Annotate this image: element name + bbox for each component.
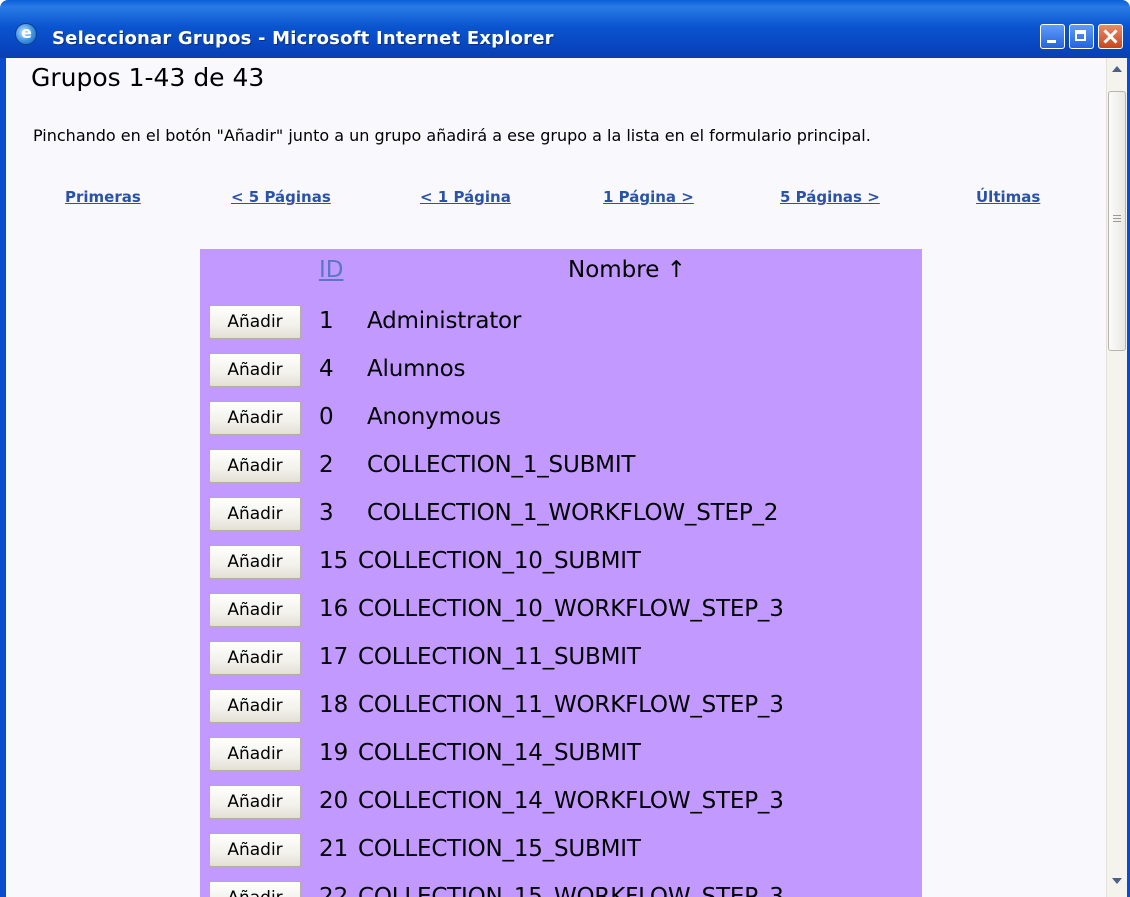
window-title: Seleccionar Grupos - Microsoft Internet … <box>52 28 554 49</box>
column-header-name: Nombre ↑ <box>568 257 686 283</box>
scrollbar-grip-icon <box>1113 218 1121 219</box>
scrollbar-grip-icon <box>1113 221 1121 222</box>
table-row: Añadir 18 COLLECTION_11_WORKFLOW_STEP_3 <box>200 682 922 730</box>
table-row: Añadir 0 Anonymous <box>200 394 922 442</box>
table-row: Añadir 21 COLLECTION_15_SUBMIT <box>200 826 922 874</box>
group-name: COLLECTION_15_SUBMIT <box>358 836 641 862</box>
table-row: Añadir 20 COLLECTION_14_WORKFLOW_STEP_3 <box>200 778 922 826</box>
group-name: COLLECTION_11_WORKFLOW_STEP_3 <box>358 692 784 718</box>
group-name: COLLECTION_14_SUBMIT <box>358 740 641 766</box>
group-id: 17 <box>319 644 349 670</box>
group-name: COLLECTION_1_WORKFLOW_STEP_2 <box>367 500 779 526</box>
pager-next5-link[interactable]: 5 Páginas > <box>780 188 880 206</box>
group-id: 4 <box>319 356 334 382</box>
group-name: Administrator <box>367 308 522 334</box>
add-group-button[interactable]: Añadir <box>209 545 301 579</box>
page-content: Grupos 1-43 de 43 Pinchando en el botón … <box>6 58 1106 897</box>
internet-explorer-icon <box>15 23 37 45</box>
group-name: Alumnos <box>367 356 466 382</box>
page-title: Grupos 1-43 de 43 <box>31 63 265 92</box>
group-id: 18 <box>319 692 349 718</box>
add-group-button[interactable]: Añadir <box>209 305 301 339</box>
add-group-button[interactable]: Añadir <box>209 785 301 819</box>
maximize-button[interactable] <box>1069 24 1094 49</box>
scroll-up-arrow-icon[interactable] <box>1112 66 1122 72</box>
pager-last-link[interactable]: Últimas <box>976 188 1040 206</box>
group-id: 1 <box>319 308 334 334</box>
group-id: 2 <box>319 452 334 478</box>
table-row: Añadir 1 Administrator <box>200 298 922 346</box>
window-title-bar[interactable]: Seleccionar Grupos - Microsoft Internet … <box>0 0 1130 58</box>
add-group-button[interactable]: Añadir <box>209 497 301 531</box>
table-row: Añadir 22 COLLECTION_15_WORKFLOW_STEP_3 <box>200 874 922 897</box>
group-name: COLLECTION_1_SUBMIT <box>367 452 636 478</box>
scrollbar-grip-icon <box>1113 215 1121 216</box>
vertical-scrollbar[interactable] <box>1106 58 1127 897</box>
group-name: COLLECTION_10_WORKFLOW_STEP_3 <box>358 596 784 622</box>
pager-prev1-link[interactable]: < 1 Página <box>420 188 511 206</box>
add-group-button[interactable]: Añadir <box>209 881 301 897</box>
table-row: Añadir 4 Alumnos <box>200 346 922 394</box>
add-group-button[interactable]: Añadir <box>209 833 301 867</box>
scrollbar-thumb[interactable] <box>1108 91 1126 351</box>
column-header-id[interactable]: ID <box>319 257 344 283</box>
table-row: Añadir 2 COLLECTION_1_SUBMIT <box>200 442 922 490</box>
table-row: Añadir 16 COLLECTION_10_WORKFLOW_STEP_3 <box>200 586 922 634</box>
table-row: Añadir 15 COLLECTION_10_SUBMIT <box>200 538 922 586</box>
scroll-down-arrow-icon[interactable] <box>1112 878 1122 884</box>
instructions-text: Pinchando en el botón "Añadir" junto a u… <box>33 126 871 145</box>
close-button[interactable] <box>1098 24 1123 49</box>
groups-table: ID Nombre ↑ Añadir 1 Administrator Añadi… <box>200 249 922 897</box>
group-id: 19 <box>319 740 349 766</box>
add-group-button[interactable]: Añadir <box>209 449 301 483</box>
table-row: Añadir 3 COLLECTION_1_WORKFLOW_STEP_2 <box>200 490 922 538</box>
add-group-button[interactable]: Añadir <box>209 689 301 723</box>
add-group-button[interactable]: Añadir <box>209 401 301 435</box>
pager-prev5-link[interactable]: < 5 Páginas <box>231 188 331 206</box>
group-name: COLLECTION_11_SUBMIT <box>358 644 641 670</box>
pager-next1-link[interactable]: 1 Página > <box>603 188 694 206</box>
add-group-button[interactable]: Añadir <box>209 593 301 627</box>
minimize-button[interactable] <box>1040 24 1065 49</box>
group-id: 20 <box>319 788 349 814</box>
group-id: 22 <box>319 884 349 897</box>
add-group-button[interactable]: Añadir <box>209 641 301 675</box>
pager-first-link[interactable]: Primeras <box>65 188 141 206</box>
group-name: COLLECTION_15_WORKFLOW_STEP_3 <box>358 884 784 897</box>
table-row: Añadir 17 COLLECTION_11_SUBMIT <box>200 634 922 682</box>
add-group-button[interactable]: Añadir <box>209 737 301 771</box>
group-id: 16 <box>319 596 349 622</box>
group-id: 0 <box>319 404 334 430</box>
group-name: COLLECTION_14_WORKFLOW_STEP_3 <box>358 788 784 814</box>
group-name: COLLECTION_10_SUBMIT <box>358 548 641 574</box>
table-row: Añadir 19 COLLECTION_14_SUBMIT <box>200 730 922 778</box>
add-group-button[interactable]: Añadir <box>209 353 301 387</box>
group-name: Anonymous <box>367 404 501 430</box>
group-id: 3 <box>319 500 334 526</box>
group-id: 21 <box>319 836 349 862</box>
group-id: 15 <box>319 548 349 574</box>
